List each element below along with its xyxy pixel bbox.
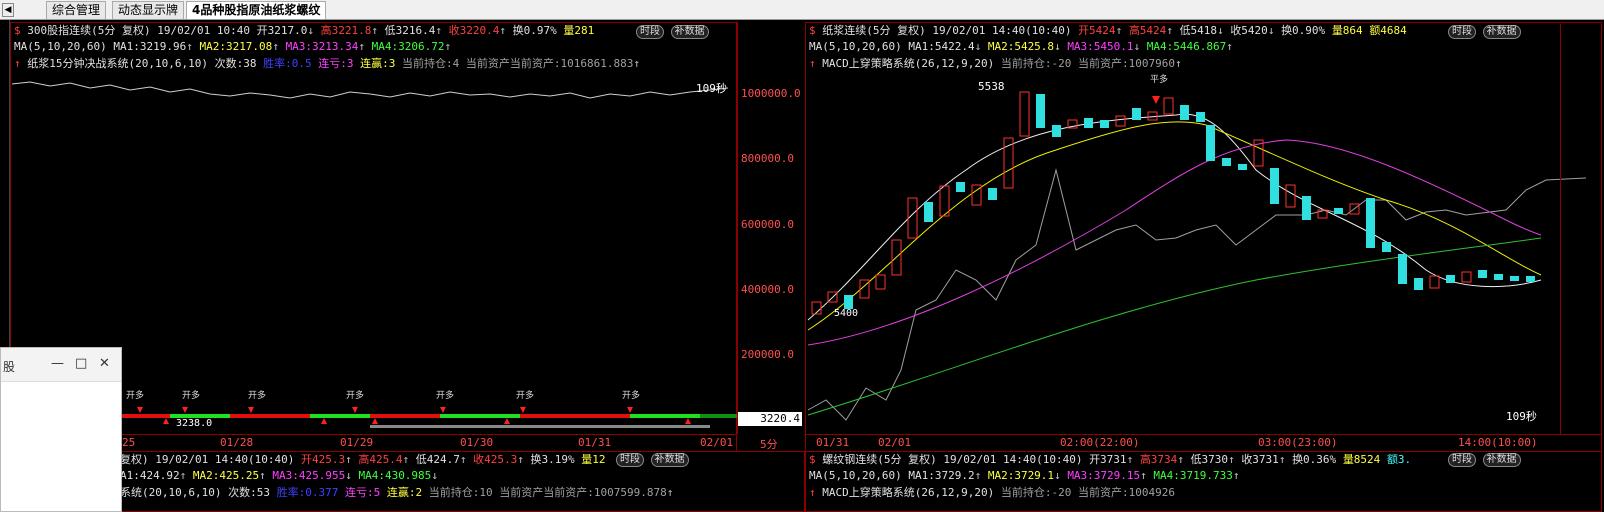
rt-signal-arrow <box>1152 96 1160 104</box>
lt-last-price-label: 3220.4 <box>738 412 802 426</box>
tab-overview[interactable]: 综合管理 <box>46 1 107 19</box>
close-icon[interactable]: ✕ <box>99 356 110 371</box>
rt-period-button[interactable]: 时段 <box>1448 25 1476 39</box>
tab-bar: ◀ 综合管理 动态显示牌 4品种股指原油纸浆螺纹 <box>0 0 1604 20</box>
lt-signal-bar <box>630 414 700 418</box>
maximize-icon[interactable]: □ <box>75 356 87 371</box>
lt-supplement-button[interactable]: 补数据 <box>670 25 709 39</box>
rt-buttons: 时段 补数据 <box>1448 24 1521 39</box>
rt-chart-area[interactable] <box>806 70 1601 432</box>
lt-asset-line <box>11 81 729 99</box>
lt-signal-labels: 开多 开多 开多 开多 开多 开多 开多 <box>126 391 641 401</box>
lb-header: 复权) 19/02/01 14:40(10:40) 开425.3↑ 高425.4… <box>120 453 606 466</box>
lb-buttons: 时段 补数据 <box>616 452 689 467</box>
rt-sys-line: ↑ MACD上穿策略系统(26,12,9,20) 当前持仓:-20 当前资产:1… <box>809 57 1182 70</box>
rb-buttons: 时段 补数据 <box>1448 452 1521 467</box>
lb-supplement-button[interactable]: 补数据 <box>650 453 689 467</box>
rt-timer: 109秒 <box>1506 410 1537 423</box>
lt-period-label: 5分 <box>760 438 778 451</box>
lt-y-tick: 400000.0 <box>741 283 794 296</box>
lt-ma-line: MA(5,10,20,60) MA1:3219.96↑ MA2:3217.08↑… <box>14 40 452 53</box>
lt-signal-bar <box>310 414 370 418</box>
lt-y-tick: 800000.0 <box>741 152 794 165</box>
rb-supplement-button[interactable]: 补数据 <box>1482 453 1521 467</box>
rt-y-axis <box>1560 24 1600 434</box>
minimize-icon[interactable]: — <box>51 356 64 371</box>
scroll-left-icon[interactable]: ◀ <box>2 3 14 17</box>
lt-signal-bar <box>440 414 520 418</box>
lt-sys-line: ↑ 纸浆15分钟决战系统(20,10,6,10) 次数:38 胜率:0.5 连亏… <box>14 57 640 70</box>
lt-y-tick: 600000.0 <box>741 218 794 231</box>
tab-dynamic-board[interactable]: 动态显示牌 <box>112 1 185 19</box>
lb-sys-line: 系统(20,10,6,10) 次数:53 胜率:0.377 连亏:5 连赢:2 … <box>120 486 674 499</box>
rb-header: $ 螺纹钢连续(5分 复权) 19/02/01 14:40(10:40) 开37… <box>809 453 1412 466</box>
lt-signal-bar <box>520 414 630 418</box>
floating-window-label: 股 <box>3 360 16 374</box>
lt-timer: 109秒 <box>696 82 727 95</box>
tab-four-varieties[interactable]: 4品种股指原油纸浆螺纹 <box>186 1 327 19</box>
rt-signal-label: 平多 <box>1150 75 1169 85</box>
lt-buttons: 时段 补数据 <box>636 24 709 39</box>
lb-period-button[interactable]: 时段 <box>616 453 644 467</box>
rt-ma4-line <box>807 237 1542 416</box>
lt-signal-bar <box>370 414 440 418</box>
floating-window[interactable]: 股 — □ ✕ <box>0 347 122 512</box>
lt-scroll-bar <box>370 425 710 428</box>
lt-period-button[interactable]: 时段 <box>636 25 664 39</box>
rt-supplement-button[interactable]: 补数据 <box>1482 25 1521 39</box>
lt-y-tick: 1000000.0 <box>741 87 801 100</box>
rt-ma3-line <box>807 139 1542 346</box>
rb-sys-line: ↑ MACD上穿策略系统(26,12,9,20) 当前持仓:-20 当前资产:1… <box>809 486 1175 499</box>
rt-ma-line: MA(5,10,20,60) MA1:5422.4↓ MA2:5425.8↓ M… <box>809 40 1233 53</box>
floating-window-titlebar[interactable]: 股 — □ ✕ <box>1 348 121 382</box>
rt-low-label: 5400 <box>834 308 859 319</box>
lt-signal-bar <box>700 414 737 418</box>
rt-candles <box>811 91 1535 315</box>
rt-header: $ 纸浆连续(5分 复权) 19/02/01 14:40(10:40) 开542… <box>809 24 1407 37</box>
rb-ma-line: MA(5,10,20,60) MA1:3729.2↑ MA2:3729.1↓ M… <box>809 469 1240 482</box>
rb-period-button[interactable]: 时段 <box>1448 453 1476 467</box>
rt-ma1-line <box>807 113 1542 321</box>
lt-header: $ 300股指连续(5分 复权) 19/02/01 10:40 开3217.0↓… <box>14 24 595 37</box>
lt-y-tick: 200000.0 <box>741 348 794 361</box>
rt-x-axis: 01/31 02/01 02:00(22:00) 03:00(23:00) 14… <box>806 434 1602 450</box>
lb-ma-line: A1:424.92↑ MA2:425.25↑ MA3:425.955↓ MA4:… <box>120 469 438 482</box>
lt-low-label: 3238.0 <box>176 418 213 429</box>
rt-high-label: 5538 <box>978 80 1005 93</box>
